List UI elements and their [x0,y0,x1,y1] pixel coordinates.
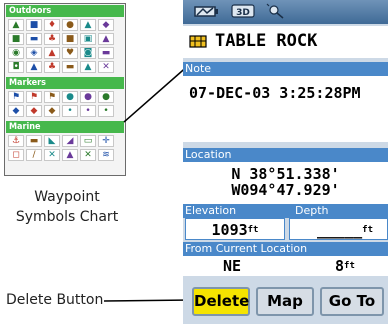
symbol-swatch-icon[interactable]: ◣ [44,135,60,147]
symbol-swatch-icon[interactable]: ⚑ [8,91,24,103]
marine-symbol-grid: ⚓ ▬ ◣ ◢ ▭ ✛ ◻ / ✕ ▲ ✕ ≋ [5,134,125,164]
waypoint-symbol-icon[interactable] [189,34,207,48]
symbol-swatch-icon[interactable]: ◆ [8,105,24,117]
symbol-swatch-icon[interactable]: ◆ [26,105,42,117]
depth-field[interactable]: _____ft [289,218,388,240]
elevation-depth-labels: Elevation Depth [183,204,388,218]
symbol-swatch-icon[interactable]: ▲ [80,61,96,73]
outdoors-symbol-grid: ▲ ■ ♦ ● ▲ ◆ ■ ▬ ♣ ■ ▣ ▲ ◉ ◈ ▲ ♥ ◙ ▬ ◘ ▲ ♣ ▬ ▲ ✕ [5,18,125,76]
symbol-swatch-icon[interactable]: ✕ [80,149,96,161]
elevation-field[interactable]: 1093ft [185,218,285,240]
delete-button-caption: Delete Button [6,292,104,308]
symbol-swatch-icon[interactable]: / [26,149,42,161]
symbol-swatch-icon[interactable]: ◆ [98,19,114,31]
category-markers: Markers [6,77,124,89]
depth-label: Depth [295,204,329,217]
symbol-swatch-icon[interactable]: ▲ [26,61,42,73]
waypoint-symbols-chart: Outdoors ▲ ■ ♦ ● ▲ ◆ ■ ▬ ♣ ■ ▣ ▲ ◉ ◈ ▲ ♥ ◙ ▬ ◘ ▲ ♣ ▬ ▲ ✕ Marker… [4,3,126,176]
symbol-swatch-icon[interactable]: ● [62,91,78,103]
delete-button[interactable]: Delete [192,287,250,316]
markers-symbol-grid: ⚑ ⚑ ⚑ ● ● ● ◆ ◆ ◆ • • • [5,90,125,120]
symbol-swatch-icon[interactable]: ▣ [80,33,96,45]
distance-value: 8 [335,257,345,275]
symbol-swatch-icon[interactable]: ≋ [98,149,114,161]
symbol-swatch-icon[interactable]: ▬ [26,135,42,147]
satellite-icon [266,3,284,19]
from-current-location-label: From Current Location [183,242,388,256]
symbols-chart-caption: Waypoint Symbols Chart [15,189,119,225]
elevation-unit: ft [247,225,259,235]
location-label: Location [183,148,388,162]
symbol-swatch-icon[interactable]: ✛ [98,135,114,147]
waypoint-name-row[interactable]: TABLE ROCK [183,26,388,58]
button-bar: Delete Map Go To [183,280,388,324]
category-marine: Marine [6,121,124,133]
symbol-swatch-icon[interactable]: • [80,105,96,117]
category-outdoors: Outdoors [6,5,124,17]
note-label: Note [183,62,388,76]
symbol-swatch-icon[interactable]: ■ [62,33,78,45]
symbol-swatch-icon[interactable]: ♣ [44,61,60,73]
3d-icon: 3D [231,4,255,18]
symbol-swatch-icon[interactable]: ▭ [80,135,96,147]
symbol-swatch-icon[interactable]: ▲ [62,149,78,161]
symbol-swatch-icon[interactable]: ▲ [98,33,114,45]
waypoint-name[interactable]: TABLE ROCK [215,31,317,51]
symbol-swatch-icon[interactable]: ✕ [44,149,60,161]
distance-unit: ft [344,261,355,271]
note-field[interactable]: 07-DEC-03 3:25:28PM [183,76,388,142]
symbol-swatch-icon[interactable]: ■ [8,33,24,45]
symbol-swatch-icon[interactable]: ♥ [62,47,78,59]
symbol-swatch-icon[interactable]: ✕ [98,61,114,73]
symbol-swatch-icon[interactable]: ◙ [80,47,96,59]
depth-value: _____ [317,221,363,239]
symbol-swatch-icon[interactable]: ◈ [26,47,42,59]
symbol-swatch-icon[interactable]: ▲ [44,47,60,59]
map-button[interactable]: Map [256,287,314,316]
page: Outdoors ▲ ■ ♦ ● ▲ ◆ ■ ▬ ♣ ■ ▣ ▲ ◉ ◈ ▲ ♥ ◙ ▬ ◘ ▲ ♣ ▬ ▲ ✕ Marker… [0,0,388,324]
symbol-swatch-icon[interactable]: ⚑ [26,91,42,103]
latitude: N 38°51.338' [231,165,340,183]
symbol-swatch-icon[interactable]: ▲ [8,19,24,31]
bearing-value: NE [223,257,242,275]
symbol-swatch-icon[interactable]: ● [98,91,114,103]
gps-screen: 3D TABLE ROCK Note 07-DEC-03 3:25:28PM L… [183,0,388,324]
symbol-swatch-icon[interactable]: ♣ [44,33,60,45]
symbol-swatch-icon[interactable]: ▬ [26,33,42,45]
symbol-swatch-icon[interactable]: ◢ [62,135,78,147]
symbol-swatch-icon[interactable]: ⚑ [44,91,60,103]
longitude: W094°47.929' [231,181,340,199]
go-to-button[interactable]: Go To [320,287,384,316]
symbol-swatch-icon[interactable]: ◘ [8,61,24,73]
symbol-swatch-icon[interactable]: ▬ [62,61,78,73]
status-bar: 3D [183,0,388,24]
delete-leader-line [103,299,193,302]
distance-field: 8ft [335,256,355,276]
symbol-swatch-icon[interactable]: ● [62,19,78,31]
symbol-swatch-icon[interactable]: ■ [26,19,42,31]
svg-text:3D: 3D [236,8,250,18]
elevation-value: 1093 [211,221,248,239]
elevation-label: Elevation [185,204,237,217]
location-field[interactable]: N 38°51.338' W094°47.929' [183,162,388,204]
battery-icon [194,6,218,17]
symbol-swatch-icon[interactable]: ● [80,91,96,103]
from-current-location-row: NE 8ft [183,256,388,276]
symbol-swatch-icon[interactable]: ▲ [80,19,96,31]
depth-unit: ft [362,225,373,235]
symbol-swatch-icon[interactable]: ◻ [8,149,24,161]
symbol-swatch-icon[interactable]: ▬ [98,47,114,59]
symbol-swatch-icon[interactable]: ◆ [44,105,60,117]
symbol-swatch-icon[interactable]: ⚓ [8,135,24,147]
symbol-swatch-icon[interactable]: ◉ [8,47,24,59]
symbol-swatch-icon[interactable]: • [62,105,78,117]
symbol-swatch-icon[interactable]: ♦ [44,19,60,31]
symbol-swatch-icon[interactable]: • [98,105,114,117]
